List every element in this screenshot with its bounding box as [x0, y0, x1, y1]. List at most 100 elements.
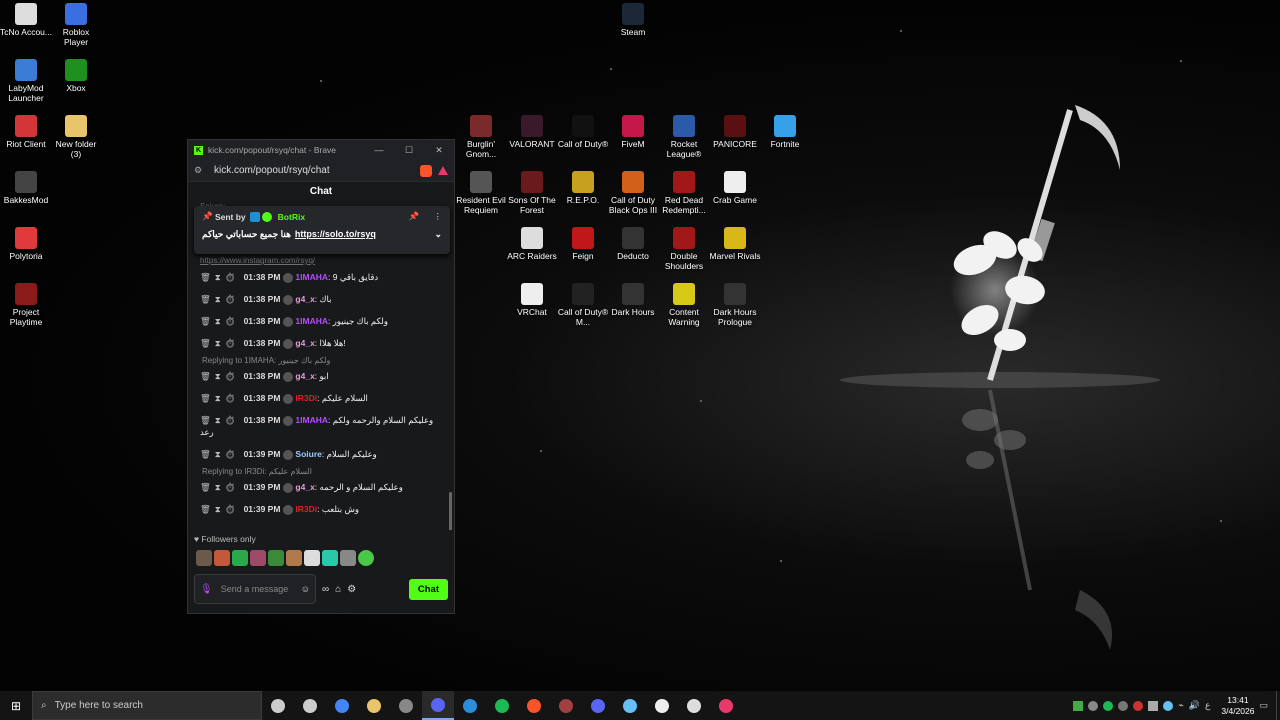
taskbar-app[interactable] [646, 691, 678, 720]
mod-tools-icon[interactable]: 🗑⧗⏱ [200, 504, 240, 514]
desktop-icon[interactable]: R.E.P.O. [557, 171, 609, 205]
mod-tools-icon[interactable]: 🗑⧗⏱ [200, 482, 240, 492]
desktop-icon[interactable]: Riot Client [0, 115, 52, 149]
taskbar-app[interactable] [518, 691, 550, 720]
taskbar-app[interactable] [486, 691, 518, 720]
chat-message[interactable]: 🗑⧗⏱ 01:39 PM IR3Di: وش بتلعب [194, 498, 448, 520]
taskbar-app[interactable] [294, 691, 326, 720]
chat-message[interactable]: 🗑⧗⏱ 01:38 PM 1IMAHA: دقايق باقي 9 [194, 266, 448, 288]
site-settings-icon[interactable]: ⚙ [194, 165, 206, 176]
desktop-icon[interactable]: Red Dead Redempti... [658, 171, 710, 215]
microphone-icon[interactable]: 🎙 [200, 584, 213, 595]
mod-tools-icon[interactable]: 🗑⧗⏱ [200, 449, 240, 459]
desktop-icon[interactable]: ARC Raiders [506, 227, 558, 261]
desktop-icon[interactable]: Rocket League® [658, 115, 710, 159]
chat-message[interactable]: 🗑⧗⏱ 01:39 PM g4_x: وعليكم السلام و الرحمه [194, 476, 448, 498]
message-username[interactable]: g4_x [295, 294, 314, 304]
system-tray[interactable]: ⌁ 🔊 ع 13:41 3/4/2026 ▭ [1073, 695, 1276, 717]
address-bar[interactable]: ⚙ kick.com/popout/rsyq/chat [188, 160, 454, 182]
pinned-bot-name[interactable]: BotRix [278, 212, 305, 222]
brave-shields-icon[interactable] [420, 164, 432, 177]
desktop-icon[interactable]: New folder (3) [50, 115, 102, 159]
emote-icon[interactable] [322, 550, 338, 566]
taskbar-app[interactable] [582, 691, 614, 720]
emote-icon[interactable] [196, 550, 212, 566]
message-username[interactable]: 1IMAHA [295, 272, 328, 282]
emote-icon[interactable] [250, 550, 266, 566]
message-username[interactable]: 1IMAHA [295, 415, 328, 425]
brave-browser-window[interactable]: K kick.com/popout/rsyq/chat - Brave — ☐ … [187, 139, 455, 614]
taskbar-app[interactable] [710, 691, 742, 720]
more-options-icon[interactable]: ⋮ [434, 211, 443, 222]
network-icon[interactable]: ⌁ [1178, 700, 1183, 711]
pinned-link[interactable]: https://solo.to/rsyq [295, 229, 376, 240]
message-input[interactable]: 🎙 Send a message ☺ [194, 574, 316, 604]
emote-icon[interactable] [358, 550, 374, 566]
emote-bar[interactable] [188, 548, 454, 568]
taskbar-app[interactable] [262, 691, 294, 720]
desktop-icon[interactable]: Deducto [607, 227, 659, 261]
settings-icon[interactable]: ⚙ [347, 584, 356, 595]
notifications-icon[interactable]: ▭ [1259, 700, 1268, 711]
tray-app-icon[interactable] [1088, 700, 1099, 711]
desktop-icon[interactable]: Roblox Player [50, 3, 102, 47]
chat-message[interactable]: 🗑⧗⏱ 01:38 PM g4_x: باك [194, 288, 448, 310]
desktop-icon[interactable]: Content Warning [658, 283, 710, 327]
tray-app-icon[interactable] [1133, 700, 1144, 711]
emote-icon[interactable] [214, 550, 230, 566]
desktop-icon[interactable]: TcNo Accou... [0, 3, 52, 37]
message-username[interactable]: IR3Di [295, 504, 317, 514]
desktop-icon[interactable]: PANICORE [709, 115, 761, 149]
chat-send-button[interactable]: Chat [408, 578, 448, 600]
desktop-icon[interactable]: Sons Of The Forest [506, 171, 558, 215]
message-username[interactable]: 1IMAHA [295, 316, 328, 326]
taskbar-app[interactable] [326, 691, 358, 720]
tray-steam-icon[interactable] [1163, 700, 1174, 711]
desktop-icon[interactable]: Call of Duty® M... [557, 283, 609, 327]
message-username[interactable]: g4_x [295, 371, 314, 381]
minimize-icon[interactable]: — [364, 145, 394, 155]
chat-scrollbar[interactable] [449, 492, 452, 530]
taskbar-app[interactable] [454, 691, 486, 720]
mod-tools-icon[interactable]: 🗑⧗⏱ [200, 316, 240, 326]
desktop-icon[interactable]: Project Playtime [0, 283, 52, 327]
brave-rewards-icon[interactable] [438, 166, 448, 175]
show-desktop-button[interactable] [1276, 691, 1280, 720]
emote-icon[interactable] [232, 550, 248, 566]
taskbar-app[interactable] [678, 691, 710, 720]
chat-message[interactable]: 🗑⧗⏱ 01:38 PM 1IMAHA: وعليكم السلام والرحمه… [194, 409, 448, 443]
mod-tools-icon[interactable]: 🗑⧗⏱ [200, 393, 240, 403]
desktop-icon[interactable]: Crab Game [709, 171, 761, 205]
language-indicator[interactable]: ع [1205, 700, 1210, 711]
taskbar-app[interactable] [550, 691, 582, 720]
desktop-icon[interactable]: Burglin' Gnom... [455, 115, 507, 159]
taskbar-search[interactable]: ⌕ Type here to search [32, 691, 262, 720]
mod-tools-icon[interactable]: 🗑⧗⏱ [200, 338, 240, 348]
store-icon[interactable]: ⌂ [335, 584, 341, 595]
message-username[interactable]: g4_x [295, 338, 314, 348]
chat-message[interactable]: 🗑⧗⏱ 01:38 PM 1IMAHA: ولكم باك جينيور [194, 310, 448, 332]
desktop-icon[interactable]: FiveM [607, 115, 659, 149]
desktop-icon[interactable]: Xbox [50, 59, 102, 93]
chat-messages[interactable]: Soiure: ... 📌 Sent by BotRix 📌 ⋮ هنا جمي… [188, 202, 454, 530]
desktop-icon[interactable]: Fortnite [759, 115, 811, 149]
desktop-icon[interactable]: Polytoria [0, 227, 52, 261]
chevron-down-icon[interactable]: ⌄ [434, 229, 442, 240]
chat-message[interactable]: 🗑⧗⏱ 01:39 PM Soiure: وعليكم السلام [194, 443, 448, 465]
clock[interactable]: 13:41 3/4/2026 [1221, 695, 1254, 717]
window-titlebar[interactable]: K kick.com/popout/rsyq/chat - Brave — ☐ … [188, 140, 454, 160]
taskbar-app[interactable] [390, 691, 422, 720]
chat-message[interactable]: 🗑⧗⏱ 01:38 PM g4_x: ابو [194, 365, 448, 387]
pinned-message[interactable]: 📌 Sent by BotRix 📌 ⋮ هنا جميع حساباتي حي… [194, 206, 450, 254]
tray-spotify-icon[interactable] [1103, 700, 1114, 711]
desktop-icon[interactable]: Resident Evil Requiem [455, 171, 507, 215]
emoji-icon[interactable]: ☺ [301, 584, 310, 594]
desktop-icon[interactable]: BakkesMod [0, 171, 52, 205]
mod-tools-icon[interactable]: 🗑⧗⏱ [200, 415, 240, 425]
desktop-icon[interactable]: Feign [557, 227, 609, 261]
desktop-icon[interactable]: Call of Duty® [557, 115, 609, 149]
desktop-icon[interactable]: Steam [607, 3, 659, 37]
desktop-icon[interactable]: Marvel Rivals [709, 227, 761, 261]
reply-hint[interactable]: Replying to IR3Di: السلام عليكم [194, 465, 448, 476]
volume-icon[interactable]: 🔊 [1189, 700, 1200, 711]
